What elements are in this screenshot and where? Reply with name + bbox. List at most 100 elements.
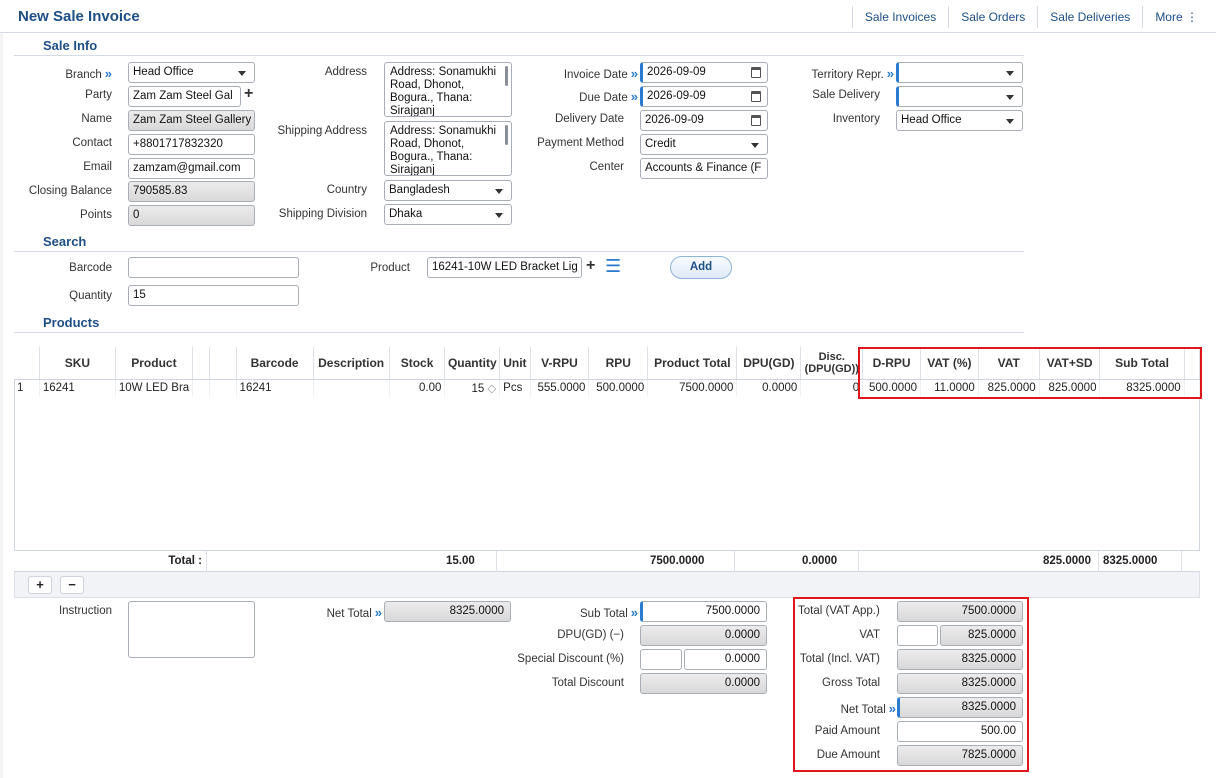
add-product-icon[interactable]: +: [586, 257, 595, 275]
list-icon[interactable]: ☰: [605, 256, 621, 277]
product-select[interactable]: 16241-10W LED Bracket Lig: [427, 257, 582, 278]
branch-label: Branch»: [65, 66, 112, 81]
total-incl-vat-label: Total (Incl. VAT): [799, 653, 880, 665]
total-discount-label: Total Discount: [551, 677, 624, 689]
party-select[interactable]: Zam Zam Steel Gal: [128, 86, 241, 107]
search-title: Search: [43, 234, 87, 249]
contact-field[interactable]: +8801717832320: [128, 134, 255, 155]
dpu-label: DPU(GD) (−): [557, 629, 624, 641]
row-button-bar: + −: [14, 572, 1200, 598]
center-select[interactable]: Accounts & Finance (F: [640, 158, 768, 179]
add-button[interactable]: Add: [670, 256, 732, 279]
stepper-icon[interactable]: ◇: [487, 383, 496, 395]
table-cell: 1: [14, 379, 40, 397]
points-field[interactable]: 0: [128, 205, 255, 226]
calendar-icon[interactable]: [751, 67, 761, 78]
column-header[interactable]: RPU: [588, 347, 649, 380]
required-icon: »: [374, 605, 382, 620]
shipping-division-select[interactable]: Dhaka: [384, 204, 512, 225]
sale-delivery-select[interactable]: [896, 86, 1023, 107]
shipping-address-field[interactable]: Address: Sonamukhi Road, Dhonot, Bogura.…: [384, 121, 512, 176]
sale-invoices-link[interactable]: Sale Invoices: [851, 6, 948, 28]
sale-delivery-label: Sale Delivery: [812, 89, 880, 101]
vat-pct-field[interactable]: [897, 625, 938, 646]
column-header[interactable]: [192, 347, 211, 380]
total-vat-app-field[interactable]: 7500.0000: [897, 601, 1023, 622]
closing-balance-field[interactable]: 790585.83: [128, 181, 255, 202]
sale-orders-link[interactable]: Sale Orders: [948, 6, 1037, 28]
table-cell: 0.0000: [736, 379, 802, 397]
product-label: Product: [370, 262, 410, 274]
name-field[interactable]: Zam Zam Steel Gallery (: [128, 110, 255, 131]
left-edge: [0, 0, 3, 778]
territory-repr-label: Territory Repr.»: [811, 66, 894, 81]
address-field[interactable]: Address: Sonamukhi Road, Dhonot, Bogura.…: [384, 62, 512, 117]
quantity-stepper[interactable]: 15 ◇: [444, 379, 501, 397]
country-label: Country: [326, 184, 367, 196]
special-discount-label: Special Discount (%): [517, 653, 624, 665]
shipping-division-label: Shipping Division: [278, 208, 367, 220]
territory-repr-select[interactable]: [896, 62, 1023, 83]
calendar-icon[interactable]: [751, 115, 761, 126]
column-header[interactable]: [14, 347, 40, 380]
calendar-icon[interactable]: [751, 91, 761, 102]
invoice-date-field[interactable]: 2026-09-09: [640, 62, 768, 83]
column-header[interactable]: Barcode: [236, 347, 314, 380]
barcode-input[interactable]: [128, 257, 299, 278]
gross-total-field[interactable]: 8325.0000: [897, 673, 1023, 694]
payment-method-select[interactable]: Credit: [640, 134, 768, 155]
quantity-input[interactable]: 15: [128, 285, 299, 306]
scrollbar[interactable]: [505, 125, 508, 145]
column-header[interactable]: Quantity: [444, 347, 501, 380]
more-menu[interactable]: More ⋮: [1142, 6, 1210, 28]
column-header[interactable]: Unit: [499, 347, 531, 380]
inventory-select[interactable]: Head Office: [896, 110, 1023, 131]
column-header[interactable]: Description: [313, 347, 390, 380]
net-total-field[interactable]: 8325.0000: [384, 601, 511, 622]
chevron-down-icon: [495, 189, 503, 194]
total-label: Total :: [114, 551, 207, 572]
due-amount-field[interactable]: 7825.0000: [897, 745, 1023, 766]
column-header[interactable]: Product Total: [647, 347, 738, 380]
section-divider: [14, 332, 1024, 333]
table-cell: 0.00: [389, 379, 446, 397]
vat-field[interactable]: 825.0000: [940, 625, 1023, 646]
paid-amount-field[interactable]: 500.00: [897, 721, 1023, 742]
column-header[interactable]: V-RPU: [530, 347, 590, 380]
special-discount-field[interactable]: 0.0000: [684, 649, 767, 670]
column-header[interactable]: SKU: [39, 347, 116, 380]
scrollbar[interactable]: [505, 66, 508, 86]
page-title: New Sale Invoice: [18, 8, 140, 25]
column-header[interactable]: DPU(GD): [736, 347, 802, 380]
sale-info-title: Sale Info: [43, 38, 98, 53]
column-header[interactable]: [209, 347, 237, 380]
total-product-total: 7500.0000: [647, 551, 735, 572]
email-field[interactable]: zamzam@gmail.com: [128, 158, 255, 179]
net-total-label: Net Total»: [326, 605, 382, 620]
sub-total-field[interactable]: 7500.0000: [640, 601, 767, 622]
dpu-field[interactable]: 0.0000: [640, 625, 767, 646]
add-party-icon[interactable]: +: [244, 85, 253, 103]
total-discount-field[interactable]: 0.0000: [640, 673, 767, 694]
due-date-field[interactable]: 2026-09-09: [640, 86, 768, 107]
table-cell: 10W LED Bra: [115, 379, 193, 397]
add-row-button[interactable]: +: [28, 576, 52, 594]
branch-select[interactable]: Head Office: [128, 62, 255, 83]
required-icon: »: [630, 66, 638, 81]
vat-label: VAT: [859, 629, 880, 641]
total-incl-vat-field[interactable]: 8325.0000: [897, 649, 1023, 670]
sale-deliveries-link[interactable]: Sale Deliveries: [1037, 6, 1142, 28]
column-header[interactable]: Stock: [389, 347, 446, 380]
instruction-textarea[interactable]: [128, 601, 255, 658]
net-total2-field[interactable]: 8325.0000: [897, 697, 1023, 718]
email-label: Email: [83, 161, 112, 173]
delivery-date-field[interactable]: 2026-09-09: [640, 110, 768, 131]
special-discount-pct[interactable]: [640, 649, 682, 670]
column-header[interactable]: Product: [115, 347, 193, 380]
remove-row-button[interactable]: −: [60, 576, 84, 594]
party-label: Party: [85, 89, 112, 101]
column-header[interactable]: Disc. (DPU(GD)): [800, 347, 864, 380]
country-select[interactable]: Bangladesh: [384, 180, 512, 201]
table-cell: 16241: [39, 379, 116, 397]
required-icon: »: [886, 66, 894, 81]
